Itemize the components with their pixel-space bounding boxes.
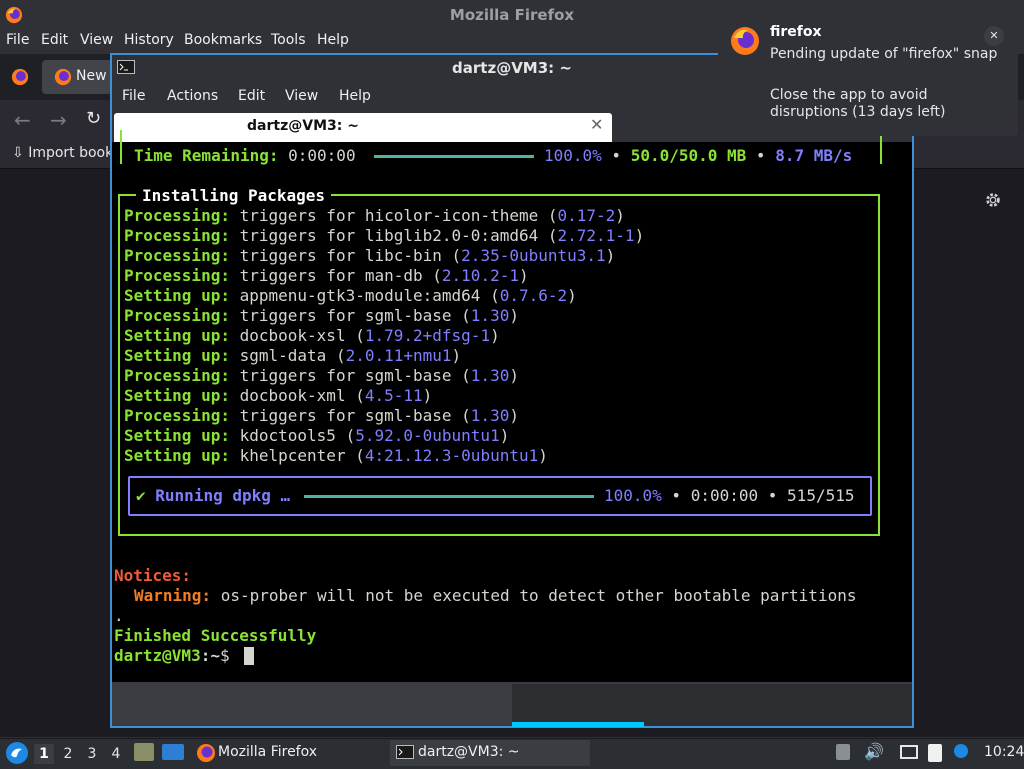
taskbar-firefox-label: Mozilla Firefox	[218, 744, 318, 760]
install-header: Installing Packages	[136, 186, 332, 206]
terminal-menu-actions[interactable]: Actions	[167, 88, 218, 104]
volume-icon[interactable]: 🔊	[864, 742, 884, 761]
terminal-menu-edit[interactable]: Edit	[238, 88, 265, 104]
install-line: Processing: triggers for sgml-base (1.30…	[124, 366, 519, 385]
notification-icon[interactable]	[954, 744, 968, 758]
firefox-menu-edit[interactable]: Edit	[41, 32, 68, 48]
install-line: Setting up: khelpcenter (4:21.12.3-0ubun…	[124, 446, 548, 465]
install-line: Setting up: kdoctools5 (5.92.0-0ubuntu1)	[124, 426, 510, 445]
firefox-menu-bookmarks[interactable]: Bookmarks	[184, 32, 262, 48]
install-line: Setting up: docbook-xml (4.5-11)	[124, 386, 433, 405]
notification-detail: Close the app to avoid disruptions (13 d…	[770, 87, 946, 120]
clipboard-icon[interactable]	[928, 744, 942, 762]
text-cursor	[244, 647, 254, 665]
horizontal-scrollbar[interactable]	[512, 722, 644, 727]
workspace-4[interactable]: 4	[106, 744, 126, 764]
firefox-menu-history[interactable]: History	[124, 32, 174, 48]
firefox-menu-file[interactable]: File	[6, 32, 29, 48]
dpkg-stats: 100.0% • 0:00:00 • 515/515	[604, 486, 855, 505]
install-line: Setting up: docbook-xsl (1.79.2+dfsg-1)	[124, 326, 500, 345]
taskbar-terminal-label: dartz@VM3: ~	[418, 744, 520, 760]
download-stats: 100.0% • 50.0/50.0 MB • 8.7 MB/s	[544, 146, 853, 165]
gear-icon[interactable]	[984, 191, 1002, 209]
import-icon: ⇩	[12, 145, 24, 161]
dpkg-label: ✔ Running dpkg …	[136, 486, 291, 505]
notices-label: Notices:	[114, 566, 192, 585]
warning-wrap: .	[114, 606, 124, 625]
reload-icon[interactable]: ↻	[86, 108, 101, 129]
check-icon: ✔	[136, 486, 146, 505]
firefox-menu-view[interactable]: View	[80, 32, 113, 48]
desktop-icon[interactable]	[162, 744, 184, 760]
terminal-menu-help[interactable]: Help	[339, 88, 371, 104]
install-line: Processing: triggers for libc-bin (2.35-…	[124, 246, 616, 265]
update-icon[interactable]	[836, 744, 850, 760]
install-line: Setting up: appmenu-gtk3-module:amd64 (0…	[124, 286, 577, 305]
notification-title: firefox	[770, 24, 822, 40]
firefox-tab-label: New	[76, 68, 107, 84]
clock: 10:24	[984, 744, 1024, 760]
install-line: Processing: triggers for sgml-base (1.30…	[124, 306, 519, 325]
firefox-menu-help[interactable]: Help	[317, 32, 349, 48]
workspace-3[interactable]: 3	[82, 744, 102, 764]
finished-message: Finished Successfully	[114, 626, 317, 645]
terminal-menu-view[interactable]: View	[285, 88, 318, 104]
warning-line: Warning: os-prober will not be executed …	[134, 586, 857, 605]
file-manager-icon[interactable]	[134, 743, 154, 761]
install-line: Setting up: sgml-data (2.0.11+nmu1)	[124, 346, 462, 365]
install-line: Processing: triggers for hicolor-icon-th…	[124, 206, 625, 225]
terminal-scroll-region	[512, 684, 912, 726]
firefox-logo-icon	[197, 744, 215, 762]
app-menu-icon[interactable]	[5, 741, 29, 765]
install-line: Processing: triggers for man-db (2.10.2-…	[124, 266, 529, 285]
notification-close-icon[interactable]: ✕	[984, 26, 1004, 46]
forward-arrow-icon[interactable]: →	[50, 108, 67, 132]
network-icon[interactable]	[900, 745, 918, 759]
install-line: Processing: triggers for sgml-base (1.30…	[124, 406, 519, 425]
firefox-tab-favicon-icon	[54, 68, 72, 86]
back-arrow-icon[interactable]: ←	[14, 108, 31, 132]
workspace-2[interactable]: 2	[58, 744, 78, 764]
firefox-view-icon[interactable]	[11, 68, 29, 86]
firefox-menu-tools[interactable]: Tools	[271, 32, 306, 48]
import-bookmarks-link[interactable]: ⇩ Import book	[12, 145, 113, 161]
workspace-1[interactable]: 1	[34, 744, 54, 764]
download-progress-line: Time Remaining: 0:00:00	[134, 146, 356, 165]
terminal-icon	[396, 745, 414, 759]
dpkg-progress-bar	[304, 495, 594, 498]
notification-message: Pending update of "firefox" snap	[770, 46, 998, 62]
shell-prompt: dartz@VM3:~$	[114, 646, 230, 665]
download-progress-bar	[374, 155, 534, 158]
install-line: Processing: triggers for libglib2.0-0:am…	[124, 226, 645, 245]
terminal-menu-file[interactable]: File	[122, 88, 145, 104]
firefox-logo-icon	[731, 27, 759, 55]
